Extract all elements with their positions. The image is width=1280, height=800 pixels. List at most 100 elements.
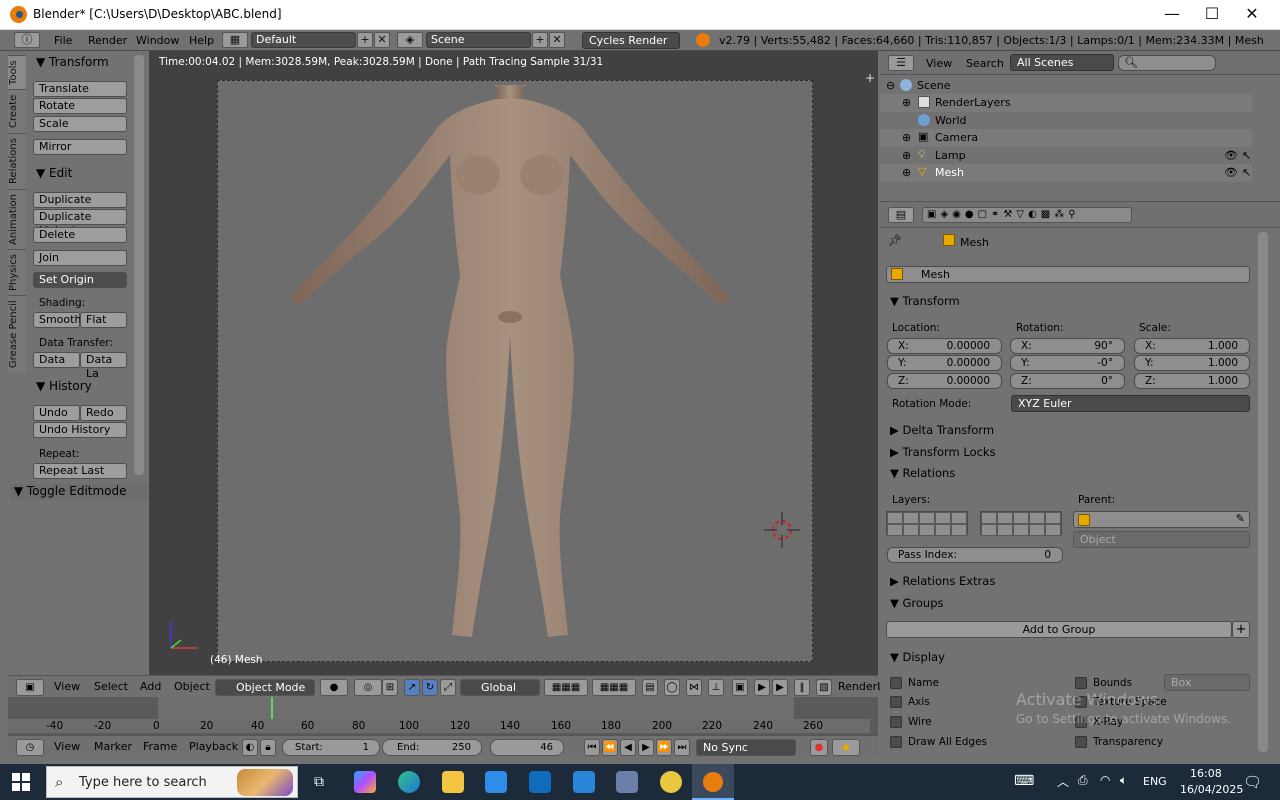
layout-remove-button[interactable]: ✕ bbox=[374, 32, 390, 48]
viewport-shading-button[interactable]: ● bbox=[320, 679, 348, 696]
outliner-row-lamp[interactable]: ⊕ 💡︎ Lamp bbox=[880, 147, 1252, 165]
proportional-edit-icon[interactable]: ◯ bbox=[664, 679, 680, 696]
location-y-field[interactable]: Y: 0.00000 bbox=[887, 355, 1002, 371]
outliner-row-renderlayers[interactable]: ⊕ RenderLayers bbox=[880, 94, 1252, 112]
wifi-icon[interactable]: ◠ bbox=[1100, 773, 1110, 787]
outliner-row-mesh[interactable]: ⊕ ▽ Mesh bbox=[880, 164, 1252, 182]
flat-button[interactable]: Flat bbox=[80, 312, 127, 328]
3d-cursor-icon[interactable] bbox=[764, 512, 800, 548]
display-wire-checkbox[interactable] bbox=[890, 716, 902, 728]
tab-tools[interactable]: Tools bbox=[8, 55, 26, 89]
viewport-corner-plus-icon[interactable]: + bbox=[865, 71, 875, 85]
scale-manipulator-icon[interactable]: ⤢ bbox=[440, 679, 456, 696]
minimize-button[interactable]: — bbox=[1152, 0, 1192, 30]
parent-type-select[interactable]: Object bbox=[1073, 531, 1250, 548]
blender-taskbar-button[interactable] bbox=[692, 764, 734, 800]
scale-button[interactable]: Scale bbox=[33, 116, 127, 132]
translate-manipulator-icon[interactable]: ↗ bbox=[404, 679, 420, 696]
location-x-field[interactable]: X: 0.00000 bbox=[887, 338, 1002, 354]
repeat-last-button[interactable]: Repeat Last bbox=[33, 463, 127, 479]
render-layer-label[interactable]: RenderL bbox=[838, 680, 883, 693]
rotation-z-field[interactable]: Z: 0° bbox=[1010, 373, 1125, 389]
edit-panel-header[interactable]: ▼ Edit bbox=[36, 166, 72, 180]
clock-date[interactable]: 16/04/2025 bbox=[1180, 783, 1243, 796]
jump-keyframe-forward-icon[interactable]: ⏩ bbox=[656, 739, 672, 756]
copilot-icon[interactable] bbox=[354, 771, 376, 793]
selectable-arrow-icon[interactable]: ↖ bbox=[1242, 149, 1251, 162]
toolshelf-scrollbar[interactable] bbox=[134, 55, 144, 475]
maximize-button[interactable]: ☐ bbox=[1192, 0, 1232, 30]
pause-render-icon[interactable]: ‖ bbox=[794, 679, 810, 696]
pivot-point-button[interactable]: ◎ bbox=[354, 679, 382, 696]
snap-icon[interactable]: ⋈ bbox=[686, 679, 702, 696]
jump-end-icon[interactable]: ⏭ bbox=[674, 739, 690, 756]
menu-timeline-view[interactable]: View bbox=[54, 740, 80, 753]
menu-marker[interactable]: Marker bbox=[94, 740, 132, 753]
current-frame-field[interactable]: 46 bbox=[490, 739, 564, 756]
render-engine-select[interactable]: Cycles Render bbox=[582, 32, 680, 49]
transform-locks-section-header[interactable]: ▶ Transform Locks bbox=[890, 445, 996, 459]
rotate-manipulator-icon[interactable]: ↻ bbox=[422, 679, 438, 696]
bounds-type-select[interactable]: Box bbox=[1164, 674, 1250, 691]
start-button[interactable] bbox=[12, 773, 30, 791]
keying-set-icon[interactable]: ◆ bbox=[832, 739, 860, 756]
menu-select[interactable]: Select bbox=[94, 680, 128, 693]
tray-chevron-icon[interactable]: ︿ bbox=[1057, 773, 1069, 790]
jump-keyframe-back-icon[interactable]: ⏪ bbox=[602, 739, 618, 756]
selectable-arrow-icon[interactable]: ↖ bbox=[1242, 166, 1251, 179]
editor-type-outliner-button[interactable]: ☰ bbox=[888, 55, 914, 71]
transform-panel-header[interactable]: ▼ Transform bbox=[36, 55, 109, 69]
add-group-plus-icon[interactable]: + bbox=[1232, 621, 1250, 638]
delta-transform-section-header[interactable]: ▶ Delta Transform bbox=[890, 423, 994, 437]
scale-y-field[interactable]: Y: 1.000 bbox=[1134, 355, 1250, 371]
meet-now-icon[interactable]: ⎙ bbox=[1078, 773, 1088, 788]
add-to-group-button[interactable]: Add to Group bbox=[886, 621, 1232, 638]
input-language[interactable]: ENG bbox=[1143, 775, 1167, 788]
duplicate-button[interactable]: Duplicate bbox=[33, 192, 127, 208]
file-explorer-icon[interactable] bbox=[442, 771, 464, 793]
expand-icon[interactable]: ⊕ bbox=[902, 166, 911, 179]
remote-desktop-icon[interactable] bbox=[616, 771, 638, 793]
relations-section-header[interactable]: ▼ Relations bbox=[890, 466, 955, 480]
scene-add-button[interactable]: + bbox=[532, 32, 548, 48]
close-button[interactable]: ✕ bbox=[1232, 0, 1272, 30]
keyboard-icon[interactable]: ⌨ bbox=[1014, 773, 1034, 789]
visibility-eye-icon[interactable]: 👁︎ bbox=[1224, 149, 1238, 162]
object-mode-select[interactable]: Object Mode bbox=[215, 679, 315, 696]
parent-field[interactable]: ✎ bbox=[1073, 511, 1250, 528]
sync-mode-select[interactable]: No Sync bbox=[696, 739, 796, 756]
outliner-search-input[interactable]: 🔍︎ bbox=[1118, 55, 1216, 71]
undo-button[interactable]: Undo bbox=[33, 405, 80, 421]
rotation-y-field[interactable]: Y: -0° bbox=[1010, 355, 1125, 371]
menu-view-3d[interactable]: View bbox=[54, 680, 80, 693]
tab-relations[interactable]: Relations bbox=[8, 133, 26, 189]
jump-start-icon[interactable]: ⏮ bbox=[584, 739, 600, 756]
collapse-icon[interactable]: ⊖ bbox=[886, 79, 895, 92]
scale-z-field[interactable]: Z: 1.000 bbox=[1134, 373, 1250, 389]
menu-frame[interactable]: Frame bbox=[143, 740, 177, 753]
join-button[interactable]: Join bbox=[33, 250, 127, 266]
layers-grid-a[interactable] bbox=[886, 511, 968, 536]
menu-file[interactable]: File bbox=[54, 34, 72, 47]
menu-playback[interactable]: Playback bbox=[189, 740, 238, 753]
editor-type-info-button[interactable]: ⓘ bbox=[14, 32, 40, 48]
layout-add-button[interactable]: + bbox=[357, 32, 373, 48]
mirror-button[interactable]: Mirror bbox=[33, 139, 127, 155]
edge-browser-icon[interactable] bbox=[398, 771, 420, 793]
opengl-render-icon[interactable]: ▣ bbox=[732, 679, 748, 696]
bounds-checkbox[interactable] bbox=[1075, 677, 1087, 689]
layers-grid-1[interactable]: ▦▦▦ bbox=[544, 679, 588, 696]
smooth-button[interactable]: Smooth bbox=[33, 312, 81, 328]
rotation-x-field[interactable]: X: 90° bbox=[1010, 338, 1125, 354]
properties-scrollbar[interactable] bbox=[1258, 232, 1268, 752]
tab-animation[interactable]: Animation bbox=[8, 189, 26, 249]
location-z-field[interactable]: Z: 0.00000 bbox=[887, 373, 1002, 389]
render-layer-icon[interactable]: ▧ bbox=[816, 679, 832, 696]
properties-context-tabs[interactable]: ▣◈◉●▢⚭⚒▽◐▩⁂⚲ bbox=[922, 207, 1132, 223]
tab-grease-pencil[interactable]: Grease Pencil bbox=[8, 295, 26, 373]
animation-render-icon[interactable]: ▶ bbox=[772, 679, 788, 696]
display-name-checkbox[interactable] bbox=[890, 677, 902, 689]
tab-create[interactable]: Create bbox=[8, 89, 26, 133]
outliner-row-scene[interactable]: ⊖ Scene bbox=[880, 77, 1252, 95]
tab-physics[interactable]: Physics bbox=[8, 249, 26, 295]
